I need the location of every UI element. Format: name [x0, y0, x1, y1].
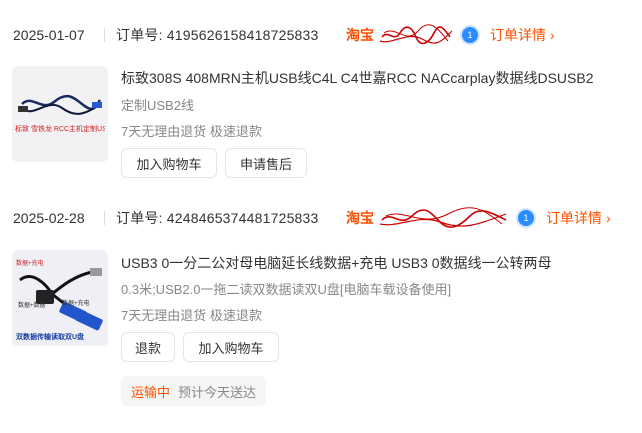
- add-to-cart-button[interactable]: 加入购物车: [121, 148, 217, 178]
- order-detail-link[interactable]: 订单详情 ›: [490, 25, 555, 45]
- divider: [104, 28, 105, 42]
- add-to-cart-button[interactable]: 加入购物车: [183, 332, 279, 362]
- product-spec: 定制USB2线: [121, 98, 194, 113]
- product-spec: 0.3米;USB2.0一拖二读双数据读双U盘[电脑车载设备使用]: [121, 282, 452, 297]
- order-detail-label: 订单详情: [490, 27, 546, 43]
- chat-bubble-icon[interactable]: 1: [462, 27, 478, 43]
- eta-text: 预计今天送达: [178, 384, 257, 400]
- order-header: 2025-01-07 订单号: 4195626158418725833 淘宝 1…: [0, 17, 642, 53]
- product-thumbnail[interactable]: 标致 雪铁龙 RCC主机定制USB2: [12, 66, 108, 162]
- status-text: 运输中: [131, 384, 171, 400]
- chat-bubble-icon[interactable]: 1: [518, 210, 534, 226]
- order-detail-link[interactable]: 订单详情 ›: [546, 208, 611, 228]
- order-number: 订单号: 4248465374481725833: [116, 210, 319, 226]
- chevron-right-icon: ›: [550, 27, 555, 43]
- thumb-label: 数据+充电: [62, 301, 90, 307]
- order-header: 2025-02-28 订单号: 4248465374481725833 淘宝 1…: [0, 200, 642, 236]
- chevron-right-icon: ›: [606, 210, 611, 226]
- redacted-shop-name[interactable]: [378, 23, 454, 49]
- product-thumbnail[interactable]: 数据+充电 数据+数据 数据+充电 双数据传输读取双U盘: [12, 250, 108, 346]
- thumb-caption: 标致 雪铁龙 RCC主机定制USB2: [15, 126, 105, 133]
- refund-button[interactable]: 退款: [121, 332, 175, 362]
- product-title[interactable]: 标致308S 408MRN主机USB线C4L C4世嘉RCC NACcarpla…: [121, 68, 594, 88]
- platform-label: 淘宝: [346, 27, 374, 43]
- thumb-label: 数据+充电: [16, 261, 44, 267]
- platform-label: 淘宝: [346, 210, 374, 226]
- order-date: 2025-02-28: [13, 210, 85, 226]
- order-number: 订单号: 4195626158418725833: [116, 27, 319, 43]
- order-detail-label: 订单详情: [546, 210, 602, 226]
- service-tags: 7天无理由退货 极速退款: [121, 124, 262, 139]
- service-tags: 7天无理由退货 极速退款: [121, 308, 262, 323]
- product-title[interactable]: USB3 0一分二公对母电脑延长线数据+充电 USB3 0数据线一公转两母: [121, 253, 552, 273]
- redacted-shop-name[interactable]: [378, 206, 510, 232]
- shipping-status[interactable]: 运输中 预计今天送达: [121, 376, 267, 406]
- thumb-caption: 双数据传输读取双U盘: [16, 334, 85, 341]
- divider: [104, 211, 105, 225]
- after-sales-button[interactable]: 申请售后: [225, 148, 307, 178]
- chat-badge: 1: [523, 213, 529, 223]
- thumb-label: 数据+数据: [18, 303, 46, 309]
- chat-badge: 1: [467, 30, 473, 40]
- order-date: 2025-01-07: [13, 27, 85, 43]
